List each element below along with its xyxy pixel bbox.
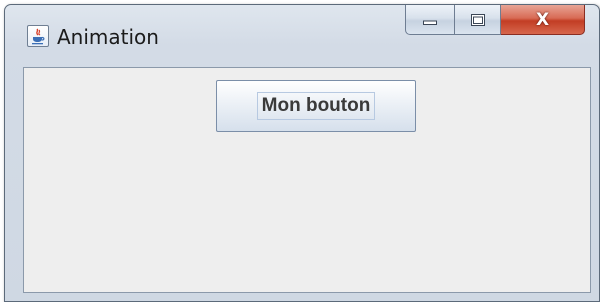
window-title: Animation: [57, 25, 159, 49]
app-window: Animation X Mon bouton: [4, 4, 600, 302]
java-cup-icon[interactable]: [27, 25, 49, 47]
minimize-icon: [423, 20, 437, 25]
maximize-icon: [470, 13, 485, 26]
mon-bouton-button[interactable]: Mon bouton: [216, 80, 416, 132]
content-pane: Mon bouton: [23, 67, 591, 293]
caption-buttons: X: [405, 5, 585, 39]
minimize-button[interactable]: [405, 5, 455, 35]
maximize-button[interactable]: [455, 5, 501, 35]
close-button[interactable]: X: [501, 5, 585, 35]
close-icon: X: [535, 9, 550, 30]
title-bar[interactable]: Animation X: [5, 5, 599, 67]
mon-bouton-label: Mon bouton: [256, 92, 376, 120]
